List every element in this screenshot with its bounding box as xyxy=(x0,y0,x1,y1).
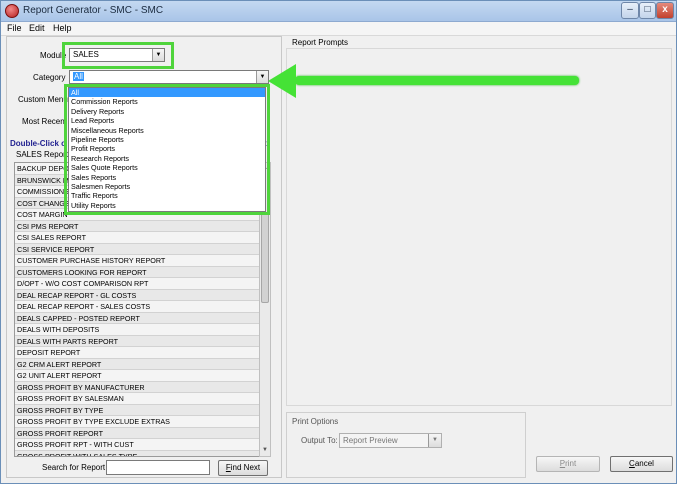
scroll-down-icon[interactable]: ▼ xyxy=(260,445,270,456)
output-to-value: Report Preview xyxy=(343,436,398,445)
report-list-item[interactable]: GROSS PROFIT BY TYPE EXCLUDE EXTRAS xyxy=(15,416,270,428)
window-title: Report Generator - SMC - SMC xyxy=(23,5,164,16)
category-value: All xyxy=(73,72,84,81)
report-list-item[interactable]: CUSTOMERS LOOKING FOR REPORT xyxy=(15,266,270,278)
scroll-thumb[interactable] xyxy=(261,213,269,303)
most-recent-label: Most Recent xyxy=(22,117,67,126)
report-list-item[interactable]: CSI SALES REPORT xyxy=(15,232,270,244)
maximize-button[interactable]: □ xyxy=(639,2,656,19)
annotation-arrow-shaft xyxy=(295,76,579,85)
report-list-item[interactable]: GROSS PROFIT BY SALESMAN xyxy=(15,393,270,405)
menu-file[interactable]: File xyxy=(7,23,22,33)
search-label: Search for Report xyxy=(42,463,106,472)
menu-bar: File Edit Help xyxy=(1,22,676,36)
report-list-item[interactable]: DEPOSIT REPORT xyxy=(15,347,270,359)
report-list-item[interactable]: DEAL RECAP REPORT - SALES COSTS xyxy=(15,301,270,313)
report-list-item[interactable]: DEALS WITH PARTS REPORT xyxy=(15,335,270,347)
category-combo[interactable]: All ▼ xyxy=(69,70,269,84)
instruction-text: Double-Click o xyxy=(10,139,67,148)
menu-edit[interactable]: Edit xyxy=(29,23,45,33)
report-list-item[interactable]: G2 CRM ALERT REPORT xyxy=(15,358,270,370)
report-list-item[interactable]: GROSS PROFIT BY MANUFACTURER xyxy=(15,381,270,393)
output-to-combo[interactable]: Report Preview ▼ xyxy=(339,433,442,448)
report-list-item[interactable]: DEALS CAPPED - POSTED REPORT xyxy=(15,312,270,324)
menu-help[interactable]: Help xyxy=(53,23,72,33)
report-list-item[interactable]: GROSS PROFIT RPT - WITH CUST xyxy=(15,439,270,451)
report-prompts-label: Report Prompts xyxy=(292,38,349,47)
report-list-item[interactable]: G2 UNIT ALERT REPORT xyxy=(15,370,270,382)
report-prompts-area xyxy=(286,48,672,406)
report-list-item[interactable]: GROSS PROFIT BY TYPE xyxy=(15,404,270,416)
module-highlight-box xyxy=(62,42,174,69)
report-list-item[interactable]: DEAL RECAP REPORT - GL COSTS xyxy=(15,289,270,301)
report-list-item[interactable]: GROSS PROFIT REPORT xyxy=(15,427,270,439)
report-list-item[interactable]: GROSS PROFIT WITH SALES TYPE xyxy=(15,450,270,456)
report-list-item[interactable]: CSI PMS REPORT xyxy=(15,220,270,232)
minimize-button[interactable]: – xyxy=(621,2,639,19)
print-button[interactable]: Print xyxy=(536,456,600,472)
annotation-arrow-head-icon xyxy=(268,64,296,98)
report-list-item[interactable]: CSI SERVICE REPORT xyxy=(15,243,270,255)
custom-menu-label: Custom Menu xyxy=(18,95,68,104)
dropdown-highlight-box xyxy=(64,84,270,215)
output-to-label: Output To: xyxy=(301,436,338,445)
category-label: Category xyxy=(33,73,66,82)
report-list-item[interactable]: D/OPT - W/O COST COMPARISON RPT xyxy=(15,278,270,290)
title-bar[interactable]: Report Generator - SMC - SMC – □ x xyxy=(1,1,676,22)
find-next-button[interactable]: Find Next xyxy=(218,460,268,476)
close-button[interactable]: x xyxy=(656,2,674,19)
app-icon xyxy=(5,4,19,18)
search-input[interactable] xyxy=(106,460,210,475)
print-options-label: Print Options xyxy=(292,417,339,426)
cancel-button[interactable]: Cancel xyxy=(610,456,673,472)
chevron-down-icon[interactable]: ▼ xyxy=(256,71,268,83)
chevron-down-icon[interactable]: ▼ xyxy=(428,434,441,447)
report-list-item[interactable]: CUSTOMER PURCHASE HISTORY REPORT xyxy=(15,255,270,267)
report-list-item[interactable]: DEALS WITH DEPOSITS xyxy=(15,324,270,336)
